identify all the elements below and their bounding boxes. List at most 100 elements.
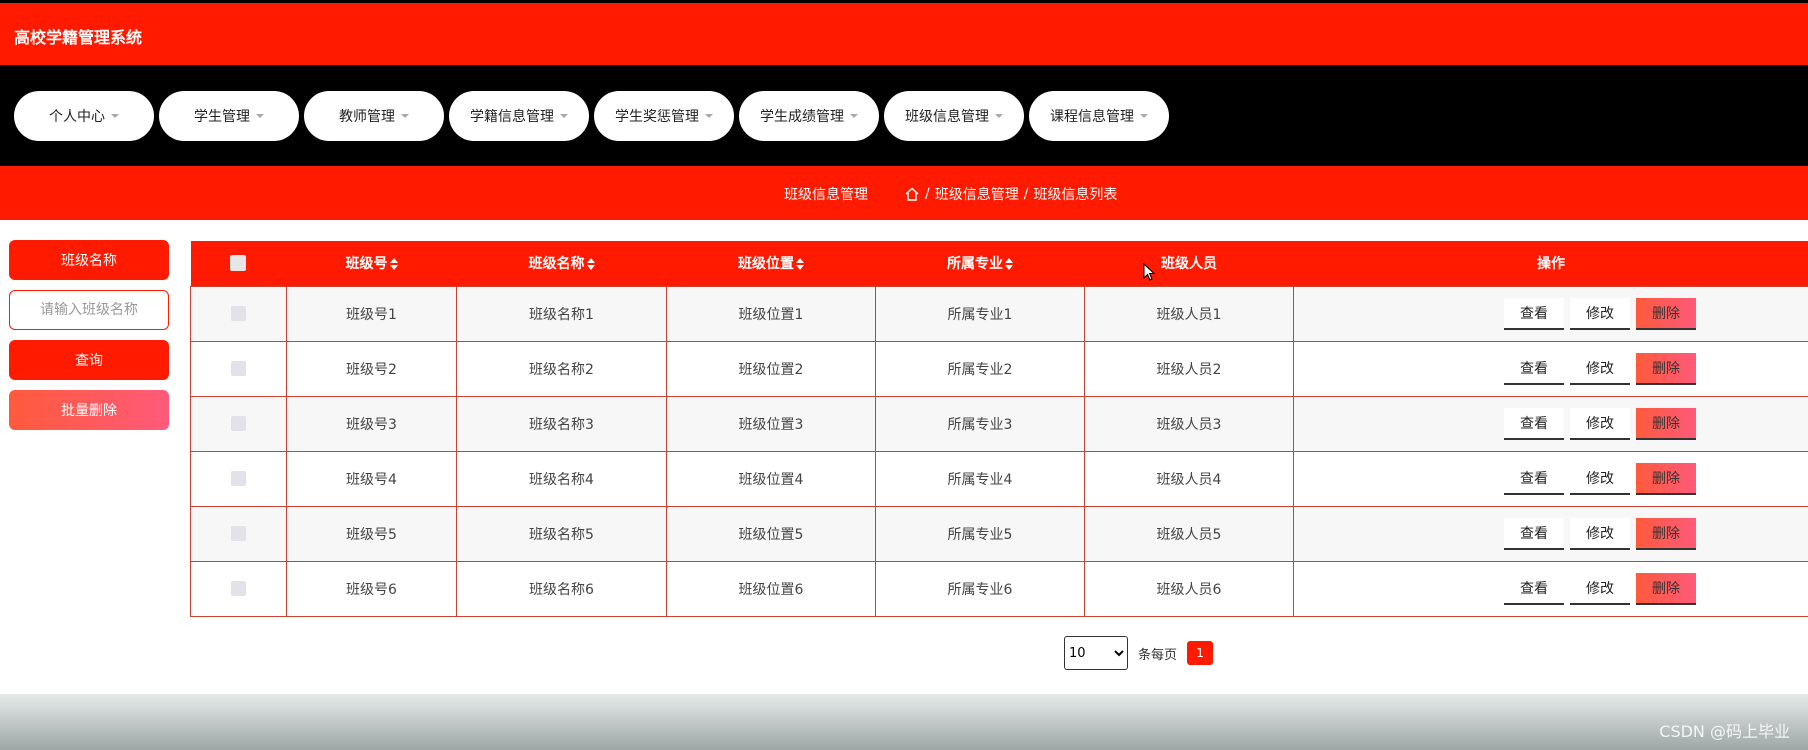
page-title: 班级信息管理 (784, 187, 868, 203)
cell-class-no: 班级号3 (286, 395, 457, 452)
app-title: 高校学籍管理系统 (14, 28, 143, 47)
sort-icon[interactable] (796, 258, 804, 271)
cell-class-name: 班级名称4 (456, 450, 667, 507)
delete-button[interactable]: 删除 (1636, 407, 1696, 440)
nav-item-rewards-management[interactable]: 学生奖惩管理 (594, 91, 734, 141)
row-checkbox[interactable] (231, 306, 246, 321)
row-select-cell (190, 340, 287, 397)
class-table-container: 班级号 班级名称 班级位置 所属专业 班级人员 操作 班级号1 班级名称1 班级… (190, 241, 1808, 617)
row-checkbox[interactable] (231, 526, 246, 541)
cell-class-no: 班级号2 (286, 340, 457, 397)
nav-item-teacher-management[interactable]: 教师管理 (304, 91, 444, 141)
view-button[interactable]: 查看 (1504, 462, 1564, 495)
view-button[interactable]: 查看 (1504, 407, 1564, 440)
delete-button[interactable]: 删除 (1636, 462, 1696, 495)
view-button[interactable]: 查看 (1504, 572, 1564, 605)
edit-button[interactable]: 修改 (1570, 517, 1630, 550)
row-checkbox[interactable] (231, 361, 246, 376)
cell-class-location: 班级位置2 (666, 340, 876, 397)
caret-down-icon (401, 114, 409, 118)
column-header-label: 操作 (1537, 256, 1565, 273)
delete-button[interactable]: 删除 (1636, 297, 1696, 330)
home-icon[interactable] (904, 186, 920, 202)
column-header-class-location[interactable]: 班级位置 (666, 241, 876, 286)
cell-members: 班级人员5 (1084, 505, 1294, 562)
view-button[interactable]: 查看 (1504, 517, 1564, 550)
cell-class-no: 班级号5 (286, 505, 457, 562)
cell-actions: 查看 修改 删除 (1293, 560, 1808, 617)
page-number-button[interactable]: 1 (1187, 641, 1214, 665)
nav-item-grades-management[interactable]: 学生成绩管理 (739, 91, 879, 141)
nav-item-course-management[interactable]: 课程信息管理 (1029, 91, 1169, 141)
cell-actions: 查看 修改 删除 (1293, 505, 1808, 562)
row-checkbox[interactable] (231, 471, 246, 486)
row-select-cell (190, 450, 287, 507)
breadcrumb: / 班级信息管理 / 班级信息列表 (904, 184, 1117, 204)
watermark: CSDN @码上毕业 (1659, 722, 1790, 741)
nav-item-label: 个人中心 (49, 109, 105, 125)
view-button[interactable]: 查看 (1504, 352, 1564, 385)
cell-class-location: 班级位置1 (666, 285, 876, 342)
caret-down-icon (705, 114, 713, 118)
select-all-checkbox[interactable] (230, 255, 247, 272)
sort-icon[interactable] (389, 258, 398, 271)
cell-class-no: 班级号6 (286, 560, 457, 617)
nav-item-enrollment-management[interactable]: 学籍信息管理 (449, 91, 589, 141)
row-checkbox[interactable] (231, 416, 246, 431)
nav-item-label: 学籍信息管理 (470, 109, 554, 125)
cell-class-name: 班级名称3 (456, 395, 667, 452)
cell-class-name: 班级名称5 (456, 505, 667, 562)
column-header-class-name[interactable]: 班级名称 (456, 241, 667, 286)
query-button[interactable]: 查询 (9, 340, 169, 380)
nav-item-student-management[interactable]: 学生管理 (159, 91, 299, 141)
column-header-label: 班级名称 (528, 256, 585, 273)
row-checkbox[interactable] (231, 581, 246, 596)
page-size-select[interactable]: 10 (1064, 636, 1128, 670)
cell-members: 班级人员6 (1084, 560, 1294, 617)
table-header-row: 班级号 班级名称 班级位置 所属专业 班级人员 操作 (190, 241, 1808, 286)
main-nav: 个人中心 学生管理 教师管理 学籍信息管理 学生奖惩管理 学生成绩管理 班级信息… (0, 65, 1808, 166)
edit-button[interactable]: 修改 (1570, 352, 1630, 385)
cell-class-name: 班级名称1 (456, 285, 667, 342)
nav-item-label: 学生奖惩管理 (615, 109, 699, 125)
delete-button[interactable]: 删除 (1636, 517, 1696, 550)
cell-members: 班级人员2 (1084, 340, 1294, 397)
caret-down-icon (560, 114, 568, 118)
column-header-label: 班级人员 (1161, 256, 1217, 273)
caret-down-icon (995, 114, 1003, 118)
nav-item-label: 教师管理 (339, 109, 395, 125)
search-label: 班级名称 (9, 240, 169, 280)
edit-button[interactable]: 修改 (1570, 462, 1630, 495)
cell-major: 所属专业6 (875, 560, 1085, 617)
cell-actions: 查看 修改 删除 (1293, 340, 1808, 397)
cell-class-name: 班级名称6 (456, 560, 667, 617)
caret-down-icon (111, 114, 119, 118)
sort-icon[interactable] (1005, 258, 1013, 271)
nav-item-label: 课程信息管理 (1050, 109, 1134, 125)
delete-button[interactable]: 删除 (1636, 352, 1696, 385)
table-row: 班级号1 班级名称1 班级位置1 所属专业1 班级人员1 查看 修改 删除 (190, 285, 1808, 342)
cell-actions: 查看 修改 删除 (1293, 285, 1808, 342)
view-button[interactable]: 查看 (1504, 297, 1564, 330)
row-select-cell (190, 285, 287, 342)
class-name-search-input[interactable] (9, 290, 169, 330)
row-select-cell (190, 560, 287, 617)
sort-icon[interactable] (586, 258, 595, 271)
edit-button[interactable]: 修改 (1570, 407, 1630, 440)
caret-down-icon (1140, 114, 1148, 118)
pagination: 10 条每页 1 (1064, 636, 1214, 670)
edit-button[interactable]: 修改 (1570, 297, 1630, 330)
nav-item-personal-center[interactable]: 个人中心 (14, 91, 154, 141)
cell-members: 班级人员1 (1084, 285, 1294, 342)
batch-delete-button[interactable]: 批量删除 (9, 390, 169, 430)
column-header-major[interactable]: 所属专业 (875, 241, 1085, 286)
table-row: 班级号5 班级名称5 班级位置5 所属专业5 班级人员5 查看 修改 删除 (190, 505, 1808, 562)
table-row: 班级号6 班级名称6 班级位置6 所属专业6 班级人员6 查看 修改 删除 (190, 560, 1808, 617)
edit-button[interactable]: 修改 (1570, 572, 1630, 605)
delete-button[interactable]: 删除 (1636, 572, 1696, 605)
breadcrumb-item-class-management[interactable]: 班级信息管理 (935, 184, 1019, 204)
cell-actions: 查看 修改 删除 (1293, 450, 1808, 507)
nav-item-class-management[interactable]: 班级信息管理 (884, 91, 1024, 141)
column-header-class-no[interactable]: 班级号 (286, 241, 457, 286)
class-table: 班级号 班级名称 班级位置 所属专业 班级人员 操作 班级号1 班级名称1 班级… (190, 241, 1808, 617)
